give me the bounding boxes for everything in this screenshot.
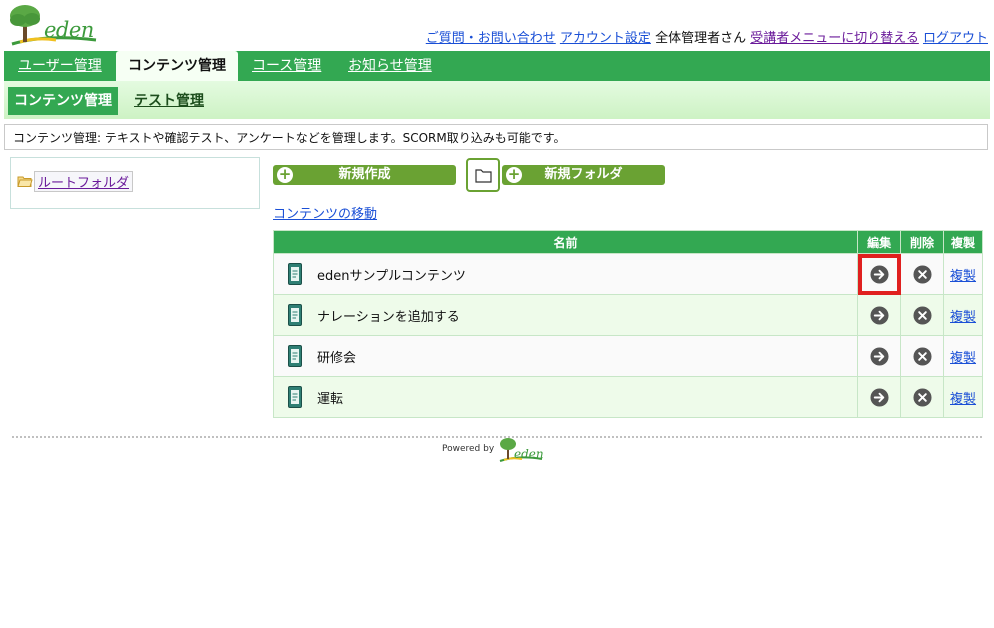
content-name[interactable]: 研修会 (317, 347, 356, 366)
tab-content-management[interactable]: コンテンツ管理 (116, 51, 238, 81)
content-book-icon (288, 345, 302, 367)
arrow-right-circle-icon[interactable] (870, 305, 889, 325)
table-row: 研修会 複製 (272, 335, 983, 377)
table-row: edenサンプルコンテンツ 複製 (272, 253, 983, 295)
folder-icon (475, 169, 492, 183)
copy-cell: 複製 (943, 335, 983, 377)
content-name[interactable]: edenサンプルコンテンツ (317, 265, 466, 284)
delete-cell (900, 376, 945, 418)
delete-cell (900, 253, 945, 295)
copy-link[interactable]: 複製 (950, 351, 976, 366)
folder-tree: ルートフォルダ (10, 157, 260, 209)
col-edit-header: 編集 (857, 230, 902, 254)
open-folder-icon (17, 176, 33, 187)
new-folder-button[interactable]: + 新規フォルダ (502, 165, 665, 185)
copy-link[interactable]: 複製 (950, 392, 976, 407)
root-folder-link[interactable]: ルートフォルダ (34, 170, 134, 192)
switch-menu-link[interactable]: 受講者メニューに切り替える (750, 31, 919, 46)
footer-divider (12, 436, 982, 438)
copy-cell: 複製 (943, 376, 983, 418)
faq-link[interactable]: ご質問・お問い合わせ (426, 31, 556, 46)
delete-x-circle-icon[interactable] (913, 264, 932, 284)
move-contents-link[interactable]: コンテンツの移動 (273, 203, 377, 222)
new-content-button[interactable]: + 新規作成 (273, 165, 456, 185)
content-name-cell: 研修会 (272, 335, 859, 377)
content-name[interactable]: 運転 (317, 388, 343, 407)
folder-button[interactable] (466, 158, 500, 192)
contents-table: 名前 編集 削除 複製 edenサンプルコンテンツ 複製 ナレーションを追加する 複製… (272, 230, 983, 418)
main-nav: ユーザー管理 コンテンツ管理 コース管理 お知らせ管理 (4, 51, 990, 81)
content-name-cell: 運転 (272, 376, 859, 418)
table-row: 運転 複製 (272, 376, 983, 418)
col-copy-header: 複製 (943, 230, 983, 254)
edit-cell (857, 335, 902, 377)
content-name-cell: edenサンプルコンテンツ (272, 253, 859, 295)
page-description: コンテンツ管理: テキストや確認テスト、アンケートなどを管理します。SCORM取… (4, 124, 988, 150)
subtab-content-management[interactable]: コンテンツ管理 (8, 87, 118, 115)
account-settings-link[interactable]: アカウント設定 (560, 31, 651, 46)
edit-cell (857, 376, 902, 418)
footer-logo-text: eden (514, 447, 544, 461)
copy-cell: 複製 (943, 253, 983, 295)
tab-notice-management[interactable]: お知らせ管理 (336, 51, 444, 81)
delete-cell (900, 335, 945, 377)
delete-cell (900, 294, 945, 336)
arrow-right-circle-icon[interactable] (870, 387, 889, 407)
delete-x-circle-icon[interactable] (913, 346, 932, 366)
edit-cell (857, 294, 902, 336)
logo-text: eden (44, 18, 94, 42)
arrow-right-circle-icon[interactable] (870, 264, 889, 284)
delete-x-circle-icon[interactable] (913, 305, 932, 325)
table-row: ナレーションを追加する 複製 (272, 294, 983, 336)
tab-course-management[interactable]: コース管理 (240, 51, 333, 81)
content-book-icon (288, 386, 302, 408)
top-links: ご質問・お問い合わせ アカウント設定 全体管理者さん 受講者メニューに切り替える… (426, 27, 988, 46)
copy-link[interactable]: 複製 (950, 269, 976, 284)
table-header-row: 名前 編集 削除 複製 (272, 230, 983, 254)
powered-by-text: Powered by (442, 444, 495, 454)
folder-item-root: ルートフォルダ (17, 170, 134, 192)
copy-link[interactable]: 複製 (950, 310, 976, 325)
sub-nav: コンテンツ管理 テスト管理 (4, 81, 990, 119)
content-book-icon (288, 304, 302, 326)
col-name-header: 名前 (272, 230, 859, 254)
copy-cell: 複製 (943, 294, 983, 336)
user-name: 全体管理者さん (655, 31, 747, 46)
edit-cell (857, 253, 902, 295)
content-name-cell: ナレーションを追加する (272, 294, 859, 336)
tab-user-management[interactable]: ユーザー管理 (6, 51, 114, 81)
content-name[interactable]: ナレーションを追加する (317, 306, 460, 325)
logout-link[interactable]: ログアウト (923, 31, 988, 46)
delete-x-circle-icon[interactable] (913, 387, 932, 407)
content-book-icon (288, 263, 302, 285)
arrow-right-circle-icon[interactable] (870, 346, 889, 366)
header: eden ご質問・お問い合わせ アカウント設定 全体管理者さん 受講者メニューに… (0, 0, 994, 50)
subtab-test-management[interactable]: テスト管理 (128, 87, 210, 115)
col-delete-header: 削除 (900, 230, 945, 254)
